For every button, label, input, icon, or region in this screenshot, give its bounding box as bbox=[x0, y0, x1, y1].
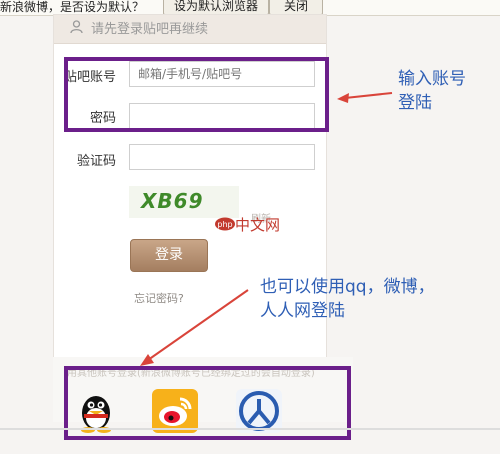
account-annotation: 输入账号 登陆 bbox=[398, 67, 466, 115]
social-annotation: 也可以使用qq，微博， 人人网登陆 bbox=[260, 275, 435, 323]
bottom-divider bbox=[0, 428, 500, 430]
account-annotation-line2: 登陆 bbox=[398, 93, 432, 113]
social-arrow bbox=[147, 289, 249, 361]
account-annotation-line1: 输入账号 bbox=[398, 69, 466, 89]
social-annotation-line2: 人人网登陆 bbox=[260, 301, 345, 321]
social-annotation-line1: 也可以使用qq，微博， bbox=[260, 277, 435, 297]
account-arrow bbox=[344, 92, 393, 99]
